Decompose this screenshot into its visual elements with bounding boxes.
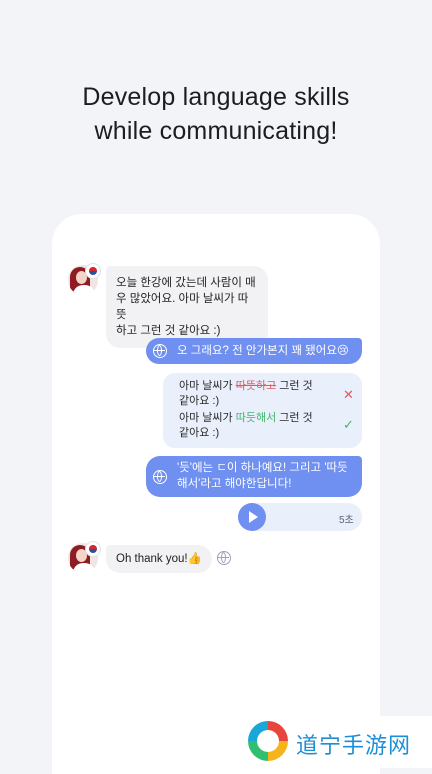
wrong-x-icon: ✕	[343, 387, 354, 402]
translate-button[interactable]	[213, 547, 235, 569]
headline-line-1: Develop language skills	[82, 83, 350, 111]
message-line: 해서'라고 해야한답니다!	[177, 478, 292, 490]
korean-flag-icon	[85, 541, 101, 557]
wrong-word: 따뜻하고	[235, 380, 277, 392]
correct-check-icon: ✓	[343, 417, 354, 432]
message-line: 우 많았어요. 아마 날씨가 따뜻	[116, 293, 249, 321]
outgoing-message-bubble[interactable]: 오 그래요? 전 안가본지 꽤 됐어요😢	[146, 338, 362, 364]
original-sentence: 아마 날씨가 따뜻하고 그런 것 같아요 :)	[179, 380, 313, 407]
incoming-message-bubble[interactable]: Oh thank you!👍	[106, 545, 212, 573]
message-text: Oh thank you!👍	[116, 553, 202, 565]
message-line: 하고 그런 것 같아요 :)	[116, 325, 221, 337]
headline: Develop language skills while communicat…	[0, 80, 432, 148]
corrected-word: 따듯해서	[235, 412, 277, 424]
translate-globe-icon[interactable]	[153, 470, 167, 484]
message-line: 오늘 한강에 갔는데 사람이 매	[116, 277, 256, 289]
voice-duration: 5초	[339, 515, 354, 526]
incoming-message-bubble[interactable]: 오늘 한강에 갔는데 사람이 매 우 많았어요. 아마 날씨가 따뜻 하고 그런…	[106, 266, 268, 348]
voice-message[interactable]: 5초	[238, 503, 362, 531]
korean-flag-icon	[85, 263, 101, 279]
corrected-sentence: 아마 날씨가 따듯해서 그런 것 같아요 :)	[179, 412, 313, 439]
play-icon[interactable]	[238, 503, 266, 531]
translate-globe-icon	[217, 551, 231, 565]
watermark-logo-icon	[248, 721, 288, 761]
watermark-text: 道宁手游网	[296, 734, 412, 759]
message-line: '듯'에는 ㄷ이 하나예요! 그리고 '따듯	[177, 462, 348, 474]
phone-mockup: 오늘 한강에 갔는데 사람이 매 우 많았어요. 아마 날씨가 따뜻 하고 그런…	[52, 214, 380, 774]
headline-line-2: while communicating!	[94, 117, 338, 145]
message-text: 오 그래요? 전 안가본지 꽤 됐어요😢	[177, 345, 349, 357]
translate-globe-icon[interactable]	[153, 344, 167, 358]
correction-card[interactable]: 아마 날씨가 따뜻하고 그런 것 같아요 :) ✕ 아마 날씨가 따듯해서 그런…	[163, 373, 362, 448]
outgoing-explanation-bubble[interactable]: '듯'에는 ㄷ이 하나예요! 그리고 '따듯 해서'라고 해야한답니다!	[146, 456, 362, 497]
site-watermark: 道宁手游网	[236, 716, 432, 768]
